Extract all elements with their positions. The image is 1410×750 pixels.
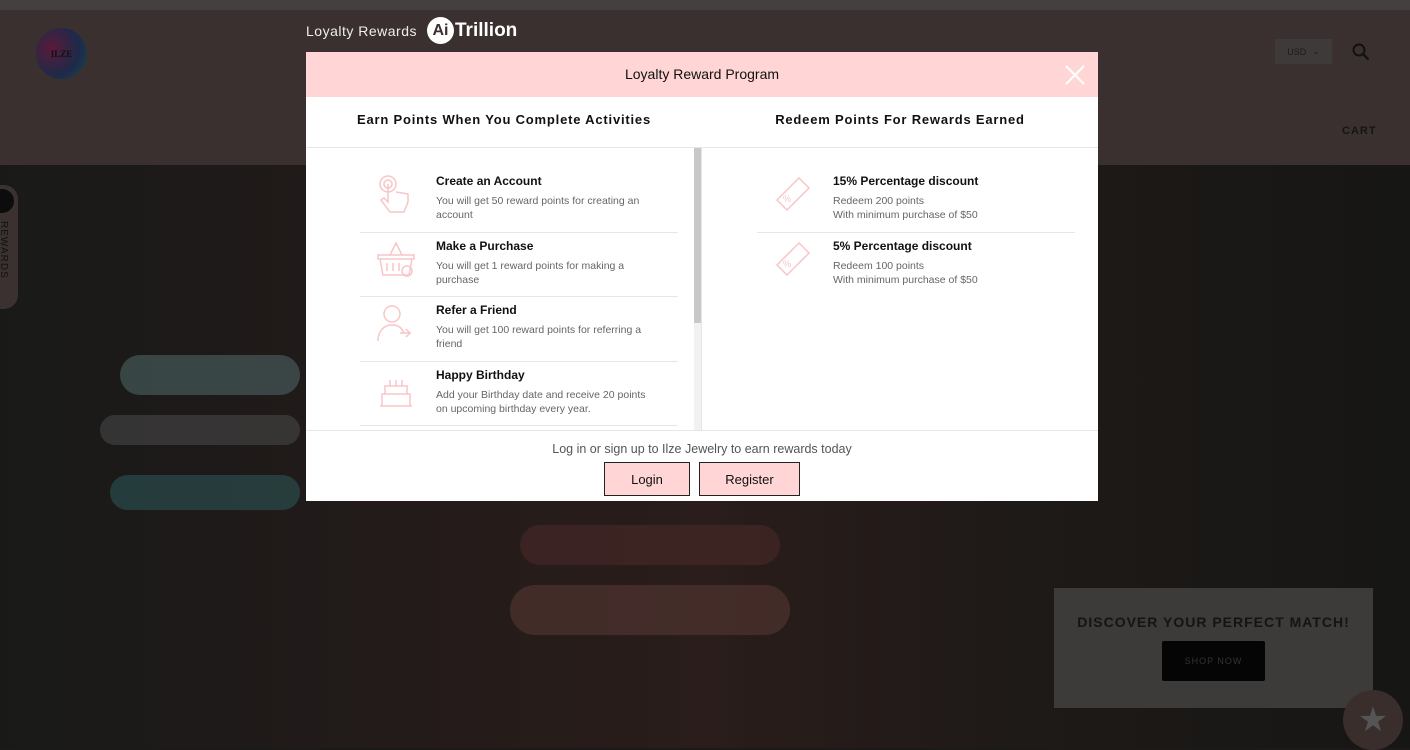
refer-user-icon [377,305,412,342]
birthday-cake-icon [380,379,412,407]
logo-text: ILZE [50,48,73,59]
earn-desc: Add your Birthday date and receive 20 po… [436,388,646,415]
currency-value: USD [1287,46,1307,57]
rewards-tab[interactable]: REWARDS [0,185,18,309]
shopping-basket-icon [377,240,415,277]
logo-ai: Ai [427,17,454,44]
cart-link[interactable]: CART [1342,125,1377,137]
earn-desc: You will get 50 reward points for creati… [436,195,640,221]
login-button[interactable]: Login [604,462,690,496]
footer-text: Log in or sign up to Ilze Jewelry to ear… [552,442,852,456]
earn-title: Create an Account [436,174,542,188]
promo-box: DISCOVER YOUR PERFECT MATCH! SHOP NOW [1054,588,1373,708]
rewards-tab-label: REWARDS [0,221,9,279]
coupon-icon: % [775,176,811,212]
redeem-item: % 5% Percentage discount Redeem 100 point… [757,233,1075,298]
star-icon[interactable]: ★ [1343,690,1403,750]
gift-icon [0,189,14,213]
coupon-icon: % [775,241,811,276]
shop-now-button[interactable]: SHOP NOW [1162,641,1265,681]
redeem-heading: Redeem Points For Rewards Earned [775,112,1025,127]
promo-title: DISCOVER YOUR PERFECT MATCH! [1077,614,1350,630]
earn-list: Create an Account You will get 50 reward … [306,148,701,430]
brand-label: Loyalty Rewards [306,22,417,39]
earn-item: Make a Purchase You will get 1 reward poi… [360,233,678,297]
redeem-points: Redeem 200 points [833,195,925,207]
redeem-condition: With minimum purchase of $50 [833,209,978,221]
earn-title: Make a Purchase [436,238,534,253]
earn-title: Happy Birthday [436,367,525,382]
earn-desc: You will get 100 reward points for refer… [436,324,642,350]
tap-hand-icon [379,175,409,213]
modal-header: Loyalty Reward Program [306,52,1098,97]
earn-scrollbar[interactable] [694,148,701,430]
redeem-title: 5% Percentage discount [833,238,972,253]
scrollbar-thumb[interactable] [694,148,701,323]
search-icon[interactable] [1352,43,1370,61]
earn-item: Create an Account You will get 50 reward … [360,168,678,233]
redeem-points: Redeem 100 points [833,259,925,272]
redeem-item: % 15% Percentage discount Redeem 200 poin… [757,168,1075,233]
loyalty-modal: Loyalty Reward Program Earn Points When … [306,52,1098,501]
earn-item: Refer a Friend You will get 100 reward po… [360,297,678,362]
store-logo[interactable]: ILZE [36,28,87,79]
svg-text:%: % [783,259,791,269]
chevron-down-icon: ⌄ [1312,46,1320,56]
modal-footer: Log in or sign up to Ilze Jewelry to ear… [306,430,1098,501]
register-button[interactable]: Register [699,462,800,496]
earn-heading: Earn Points When You Complete Activities [357,112,651,127]
redeem-list: % 15% Percentage discount Redeem 200 poin… [701,148,1098,430]
currency-select[interactable]: USD ⌄ [1275,39,1332,64]
logo-name: Trillion [455,19,518,41]
top-bar [0,0,1410,10]
modal-title: Loyalty Reward Program [624,66,780,82]
earn-title: Refer a Friend [436,303,517,317]
aitrillion-logo: Ai Trillion [427,17,517,44]
redeem-title: 15% Percentage discount [833,174,979,188]
earn-item: Happy Birthday Add your Birthday date and… [360,362,678,426]
earn-desc: You will get 1 reward points for making … [436,259,625,286]
close-icon[interactable] [1064,64,1086,86]
svg-text:%: % [783,194,791,204]
redeem-condition: With minimum purchase of $50 [833,273,978,286]
loyalty-brand: Loyalty Rewards Ai Trillion [306,17,517,44]
